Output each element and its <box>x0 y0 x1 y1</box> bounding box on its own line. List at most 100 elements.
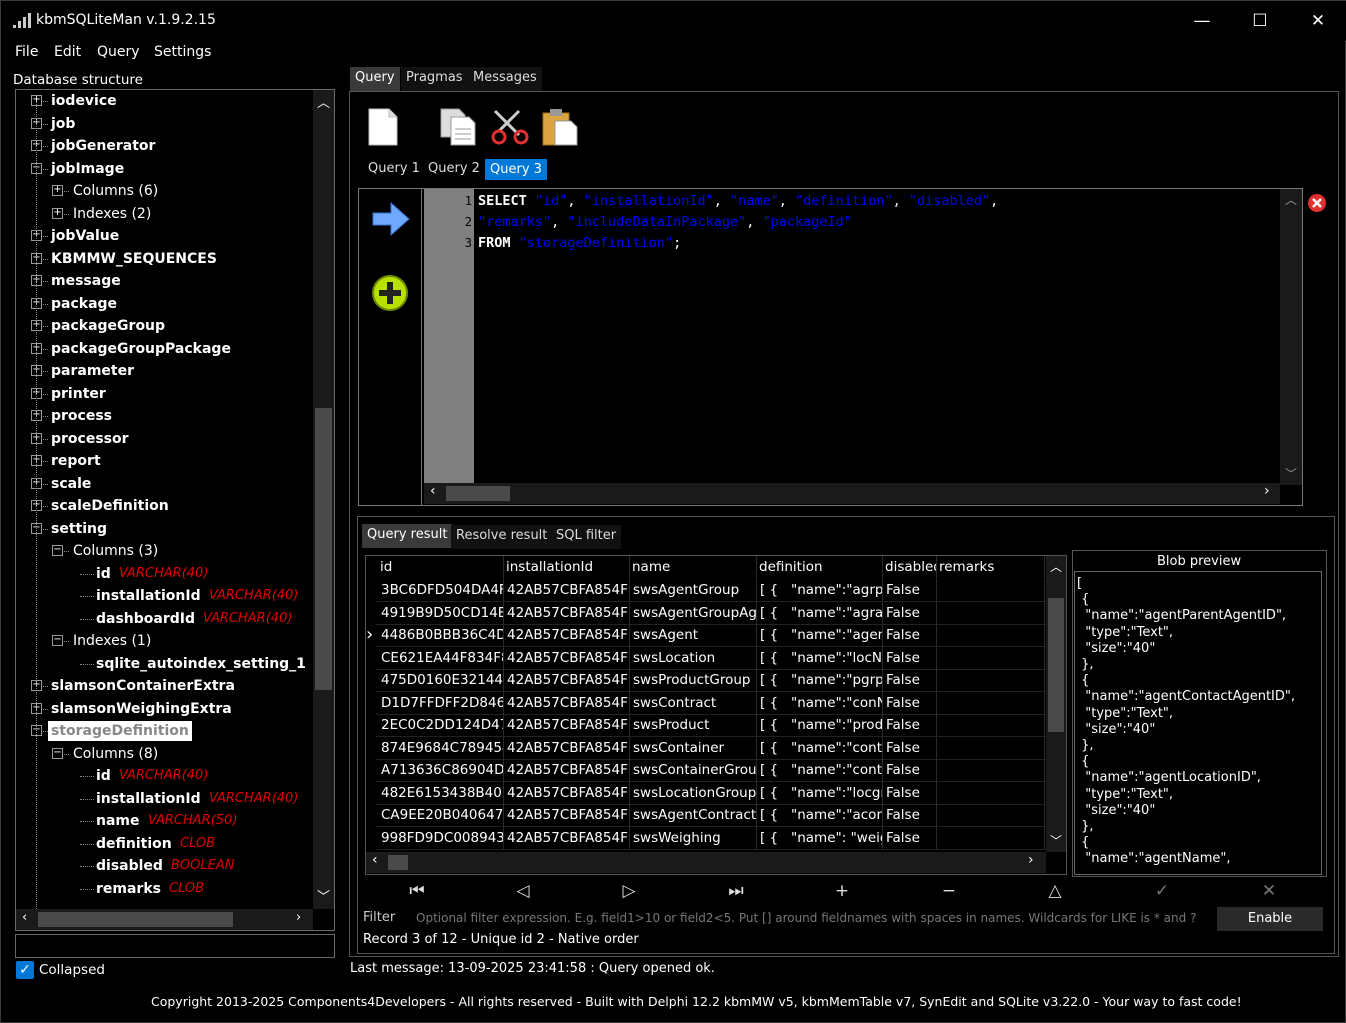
grid-cell[interactable]: 42AB57CBFA854FD7 <box>504 759 630 781</box>
tree-node-label[interactable]: KBMMW_SEQUENCES <box>51 249 217 269</box>
tab-pragmas[interactable]: Pragmas <box>401 67 468 91</box>
tree-node-label[interactable]: sqlite_autoindex_setting_1 <box>96 654 306 674</box>
tree-node-label[interactable]: installationId <box>96 586 201 606</box>
tab-query[interactable]: Query <box>350 67 400 91</box>
result-grid[interactable]: id installationId name definition disabled re… <box>365 555 1067 875</box>
grid-cell[interactable]: D1D7FFDFF2D846B( <box>378 691 504 714</box>
grid-cell[interactable]: [ { "name":"pgrpN <box>757 669 883 691</box>
tree-node[interactable]: remarks CLOB <box>16 879 313 901</box>
menu-settings[interactable]: Settings <box>154 44 211 60</box>
expand-icon[interactable]: + <box>52 185 63 196</box>
grid-scroll-thumb[interactable] <box>1048 598 1064 732</box>
post-record-button[interactable]: ✓ <box>1131 879 1193 903</box>
edit-record-button[interactable]: △ <box>1024 879 1086 903</box>
grid-cell[interactable]: 4486B0BBB36C4D46 <box>378 624 504 646</box>
blob-preview-content[interactable]: [ { "name":"agentParentAgentID", "type":… <box>1074 571 1322 875</box>
tree-node[interactable]: + package <box>16 294 313 316</box>
tree-node-label[interactable]: Columns (8) <box>73 744 158 764</box>
tree-node-label[interactable]: report <box>51 451 101 471</box>
scroll-right-icon[interactable]: › <box>1028 852 1034 868</box>
first-record-button[interactable]: ⏮ <box>386 879 448 903</box>
menu-query[interactable]: Query <box>97 44 140 60</box>
paste-icon[interactable] <box>541 107 581 147</box>
grid-cell[interactable]: 482E6153438B40B6 <box>378 781 504 804</box>
add-query-icon[interactable] <box>371 273 411 313</box>
column-header-id[interactable]: id <box>378 556 504 578</box>
grid-cell[interactable]: [ { "name":"locNar <box>757 646 883 669</box>
tree-node-label[interactable]: installationId <box>96 789 201 809</box>
tree-node-label[interactable]: package <box>51 294 117 314</box>
tree-node-label[interactable]: packageGroup <box>51 316 165 336</box>
grid-cell[interactable]: 42AB57CBFA854FD7 <box>504 579 630 601</box>
menu-file[interactable]: File <box>15 44 38 60</box>
grid-cell[interactable]: False <box>883 646 937 669</box>
scroll-down-icon[interactable]: ﹀ <box>1285 465 1297 482</box>
tree-node[interactable]: definition CLOB <box>16 834 313 856</box>
editor-hscroll-thumb[interactable] <box>446 486 510 501</box>
tree-node-label[interactable]: id <box>96 766 111 786</box>
grid-cell[interactable]: swsAgentGroup <box>630 579 757 601</box>
grid-cell[interactable]: 3BC6DFD504DA4FAI <box>378 579 504 601</box>
tree-node-label[interactable]: job <box>51 114 75 134</box>
tree-node[interactable]: + jobValue <box>16 226 313 248</box>
scroll-down-icon[interactable]: ﹀ <box>1050 832 1062 849</box>
tree-vertical-scrollbar[interactable]: ︿ ﹀ <box>313 90 334 909</box>
grid-cell[interactable]: False <box>883 714 937 736</box>
tree-node[interactable]: + printer <box>16 384 313 406</box>
grid-cell[interactable]: False <box>883 759 937 781</box>
grid-cell[interactable]: swsContract <box>630 691 757 714</box>
grid-cell[interactable] <box>937 601 1045 624</box>
tree-node[interactable]: − Indexes (1) <box>16 631 313 653</box>
tree-node[interactable]: + Indexes (2) <box>16 204 313 226</box>
minimize-button[interactable]: — <box>1173 1 1231 41</box>
grid-horizontal-scrollbar[interactable]: ‹ › <box>366 852 1046 873</box>
grid-cell[interactable] <box>937 826 1045 849</box>
grid-cell[interactable]: 42AB57CBFA854FD7 <box>504 646 630 669</box>
grid-cell[interactable]: swsLocation <box>630 646 757 669</box>
grid-cell[interactable]: swsLocationGroup <box>630 781 757 804</box>
tab-resolve-result[interactable]: Resolve result <box>451 525 553 549</box>
grid-cell[interactable]: 4919B9D50CD14BC8 <box>378 601 504 624</box>
sql-line-2[interactable]: "remarks", "includeDataInPackage", "pack… <box>478 212 852 233</box>
execute-arrow-icon[interactable] <box>371 201 411 237</box>
column-header-name[interactable]: name <box>630 556 757 578</box>
column-header-remarks[interactable]: remarks <box>937 556 1045 578</box>
tree-node-label[interactable]: disabled <box>96 856 163 876</box>
tree-node-label[interactable]: jobGenerator <box>51 136 155 156</box>
collapse-icon[interactable]: − <box>52 747 63 759</box>
tree-node[interactable]: installationId VARCHAR(40) <box>16 789 313 811</box>
grid-cell[interactable]: False <box>883 601 937 624</box>
tree-node-label[interactable]: slamsonContainerExtra <box>51 676 235 696</box>
tree-node-label[interactable]: packageGroupPackage <box>51 339 231 359</box>
column-header-disabled[interactable]: disabled <box>883 556 937 578</box>
tab-query-1[interactable]: Query 1 <box>363 158 425 182</box>
tree-node[interactable]: + packageGroup <box>16 316 313 338</box>
grid-cell[interactable]: False <box>883 804 937 826</box>
grid-cell[interactable] <box>937 736 1045 759</box>
tree-node-label[interactable]: scale <box>51 474 91 494</box>
tree-node-label[interactable]: dashboardId <box>96 609 195 629</box>
grid-cell[interactable] <box>937 781 1045 804</box>
grid-cell[interactable]: 42AB57CBFA854FD7 <box>504 736 630 759</box>
tree-node[interactable]: + parameter <box>16 361 313 383</box>
close-query-icon[interactable] <box>1307 193 1327 213</box>
tree-horizontal-scrollbar[interactable]: ‹ › <box>16 909 313 930</box>
grid-hscroll-thumb[interactable] <box>388 855 408 870</box>
tree-node-label[interactable]: process <box>51 406 112 426</box>
menu-edit[interactable]: Edit <box>54 44 81 60</box>
tree-node-label[interactable]: jobImage <box>51 159 124 179</box>
delete-record-button[interactable]: − <box>918 879 980 903</box>
tree-node[interactable]: name VARCHAR(50) <box>16 811 313 833</box>
tab-query-result[interactable]: Query result <box>362 524 453 548</box>
scroll-up-icon[interactable]: ︿ <box>1050 558 1062 575</box>
tree-node[interactable]: + jobGenerator <box>16 136 313 158</box>
grid-cell[interactable]: swsAgent <box>630 624 757 646</box>
database-tree[interactable]: + iodevice + job + jobGenerator − jobImage + Colu… <box>15 89 335 931</box>
grid-cell[interactable] <box>937 646 1045 669</box>
tree-node[interactable]: + slamsonWeighingExtra <box>16 699 313 721</box>
tree-node[interactable]: + processor <box>16 429 313 451</box>
tree-node[interactable]: + message <box>16 271 313 293</box>
tree-node[interactable]: + scale <box>16 474 313 496</box>
grid-cell[interactable]: 42AB57CBFA854FD7 <box>504 714 630 736</box>
grid-cell[interactable]: [ { "name":"agrpN <box>757 579 883 601</box>
